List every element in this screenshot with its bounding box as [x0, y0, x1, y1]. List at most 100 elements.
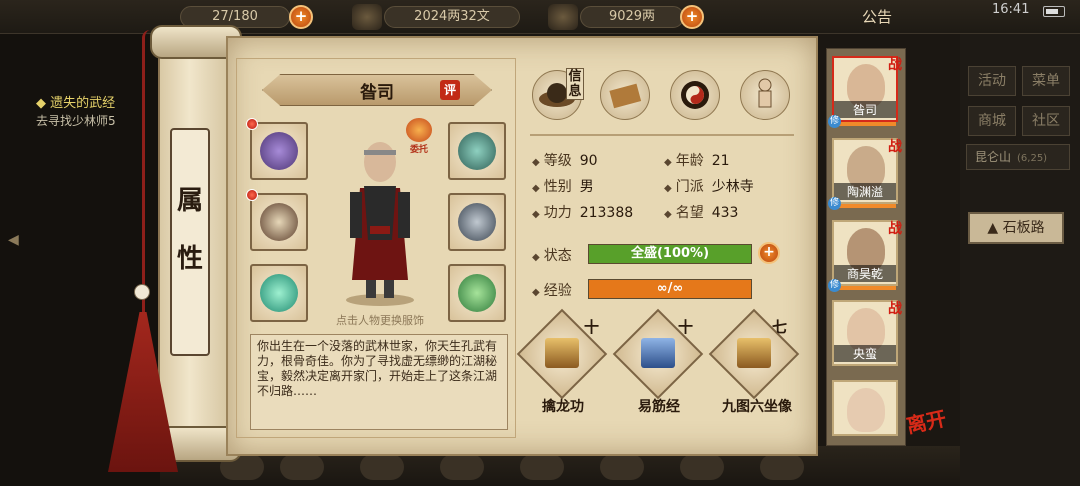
scroll-bundle-icon [609, 83, 642, 109]
stat-sect-value: 少林寺 [711, 179, 754, 195]
quest-title[interactable]: ◆ 遗失的武经 [36, 92, 115, 111]
stat-sect: ◆ 门派 少林寺 [664, 179, 754, 195]
gauntlet-icon [260, 132, 298, 170]
stat-gender-label: 性别 [543, 179, 572, 195]
resource-value-1: 27/180 [212, 9, 258, 24]
left-boot [366, 280, 376, 298]
right-boot [384, 280, 394, 298]
notice-button[interactable]: 公告 [862, 6, 892, 27]
helmet-icon [458, 132, 496, 170]
stat-level-value: 90 [579, 153, 598, 169]
party-member-3[interactable]: 商昊乾 战 修 [828, 220, 902, 292]
path-button[interactable]: ▲ 石板路 [968, 212, 1064, 244]
stat-exp: ◆ 经验 [532, 283, 572, 299]
attributes-scroll-label: 属性 [170, 128, 210, 356]
bottom-nav-item[interactable] [440, 454, 484, 480]
exp-bar: ∞/∞ [588, 279, 752, 299]
cultivate-badge: 修 [828, 197, 841, 210]
location-name: 昆仑山 [975, 150, 1012, 164]
stat-fame-label: 名望 [675, 205, 704, 221]
activity-button[interactable]: 活动 [968, 66, 1016, 96]
bottom-nav-item[interactable] [360, 454, 404, 480]
battery-icon [1043, 6, 1065, 17]
skill-name-1: 擒龙功 [542, 399, 584, 415]
equip-slot-head[interactable] [448, 122, 506, 180]
jade-pendant-icon [458, 274, 496, 312]
location-coords: (6,25) [1017, 153, 1048, 164]
tassel-bead [134, 284, 150, 300]
silver-ingot-icon [548, 4, 578, 30]
jade-ring-icon [260, 274, 298, 312]
skill-book-icon [641, 338, 675, 368]
new-badge [246, 189, 258, 201]
armor-icon [458, 203, 496, 241]
restore-status-button[interactable]: + [758, 242, 780, 264]
party-member-4[interactable]: 央蛮 战 [832, 300, 902, 366]
status-bar-text: 全盛(100%) [630, 246, 710, 261]
stat-status: ◆ 状态 [532, 248, 572, 264]
stat-level-label: 等级 [543, 153, 572, 169]
silver-counter: 9029两 [580, 6, 684, 28]
bottom-nav-item[interactable] [520, 454, 564, 480]
party-member-1[interactable]: 昝司 战 修 [828, 56, 902, 128]
meridian-tab[interactable] [740, 70, 790, 120]
battle-mark: 战 [888, 139, 902, 155]
chevron-left-icon[interactable]: ◀ [8, 232, 19, 248]
copper-value: 2024两32文 [414, 9, 490, 24]
quest-title-text: 遗失的武经 [50, 96, 116, 111]
change-outfit-hint: 点击人物更换服饰 [336, 314, 424, 327]
stat-age-label: 年龄 [675, 153, 704, 169]
leave-button[interactable]: 离开 [903, 402, 948, 439]
skill-level-2: 十 [678, 318, 694, 336]
path-label: 石板路 [1002, 220, 1045, 236]
new-badge [246, 118, 258, 130]
stat-power-value: 213388 [579, 205, 634, 221]
equip-slot-armor[interactable] [448, 193, 506, 251]
equip-slot-hands[interactable] [250, 122, 308, 180]
community-button[interactable]: 社区 [1022, 106, 1070, 136]
status-bar: 全盛(100%) [588, 244, 752, 264]
skill-level-1: 十 [584, 318, 600, 336]
party-member-5[interactable] [832, 380, 898, 436]
add-silver-button[interactable]: + [680, 5, 704, 29]
portrait-shadow [346, 294, 414, 306]
party-member-bar [834, 122, 896, 126]
left-arm [350, 192, 362, 238]
stat-gender-value: 男 [579, 179, 594, 195]
quest-desc: 去寻找少林师5 [36, 114, 116, 128]
headband [364, 150, 396, 155]
shop-button[interactable]: 商城 [968, 106, 1016, 136]
skill-name-2: 易筋经 [638, 399, 680, 415]
bagua-icon [681, 81, 709, 109]
menu-button[interactable]: 菜单 [1022, 66, 1070, 96]
bottom-nav-item[interactable] [600, 454, 644, 480]
equip-slot-weapon[interactable] [250, 193, 308, 251]
bottom-nav-item[interactable] [280, 454, 324, 480]
cultivate-badge: 修 [828, 115, 841, 128]
stat-status-label: 状态 [543, 248, 572, 264]
bagua-tab[interactable] [670, 70, 720, 120]
bottom-nav-item[interactable] [760, 454, 804, 480]
party-member-2[interactable]: 陶渊溢 战 修 [828, 138, 902, 210]
party-member-bar [834, 204, 896, 208]
body-figure-icon [758, 78, 772, 108]
character-portrait[interactable] [330, 130, 430, 310]
info-tab-label: 信息 [566, 68, 584, 100]
rate-button[interactable]: 评 [440, 80, 460, 100]
skill-book-icon [545, 338, 579, 368]
copper-coin-icon [352, 4, 382, 30]
stat-fame-value: 433 [711, 205, 739, 221]
silver-value: 9029两 [608, 9, 656, 24]
party-member-name: 央蛮 [834, 345, 896, 362]
stat-power-label: 功力 [543, 205, 572, 221]
battle-mark: 战 [888, 57, 902, 73]
party-member-name: 昝司 [834, 101, 896, 118]
add-resource-1-button[interactable]: + [289, 5, 313, 29]
party-member-name: 商昊乾 [834, 265, 896, 282]
cultivate-badge: 修 [828, 279, 841, 292]
belt [370, 226, 390, 234]
stat-power: ◆ 功力 213388 [532, 205, 634, 221]
bottom-nav-item[interactable] [680, 454, 724, 480]
skill-name-3: 九图六坐像 [722, 399, 792, 415]
inventory-tab[interactable] [600, 70, 650, 120]
